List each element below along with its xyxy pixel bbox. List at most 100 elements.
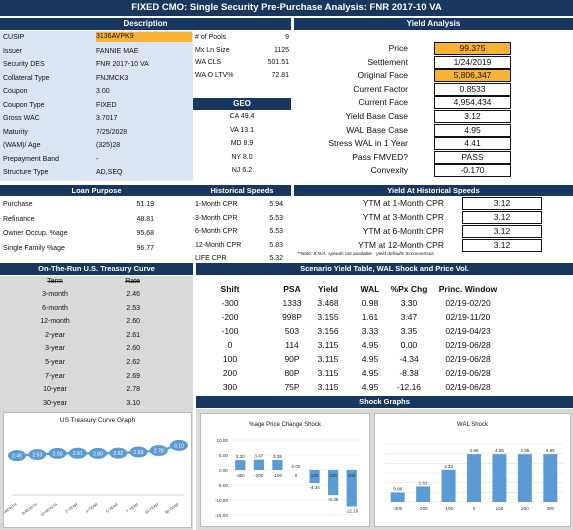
- yield-hist-value: 3.12: [462, 211, 542, 224]
- treasury-rate: 2.60: [126, 345, 140, 353]
- wal-shock-data-label: 4.95: [495, 448, 504, 453]
- description-row: Security DES FNR 2017-10 VA: [0, 59, 193, 70]
- wal-shock-data-label: 3.33: [444, 464, 453, 469]
- yield-analysis-header: Yield Analysis: [294, 18, 573, 30]
- yield-hist-value: 3.12: [462, 225, 542, 238]
- wal-shock-chart-frame: WAL Shock 0.98 -300 1.61 -200 3.33 -100 4.95 0 4…: [374, 413, 571, 527]
- yield-analysis-value: 4.95: [434, 123, 511, 137]
- historical-speeds-value: 5.83: [269, 241, 283, 249]
- scenario-row: -100 503 3.156 3.33 3.35 02/19-04/23: [196, 325, 573, 337]
- treasury-data-label: 2.46: [12, 454, 22, 460]
- description-right-row: Mx Ln Size 1125: [193, 45, 291, 56]
- price-change-x-tick-label: -100: [273, 473, 283, 478]
- yield-analysis-label: Convexity: [370, 165, 408, 176]
- geo-header: GEO: [193, 98, 291, 110]
- historical-speeds-label: 6-Month CPR: [195, 228, 238, 235]
- wal-shock-x-tick-label: -300: [393, 506, 403, 511]
- scenario-cell: -100: [221, 326, 239, 336]
- price-change-x-tick-label: -300: [236, 473, 246, 478]
- loan-purpose-row: Single Family %age 96.77: [0, 243, 193, 254]
- loan-purpose-value: 51.19: [136, 201, 154, 208]
- yield-hist-value: 3.12: [462, 197, 542, 210]
- treasury-term: 5-year: [45, 359, 65, 366]
- scenario-row: 0 114 3.115 4.95 0.00 02/19-06/28: [196, 339, 573, 351]
- treasury-rate: 2.62: [126, 359, 140, 366]
- description-row: Gross WAC 3.7017: [0, 113, 193, 124]
- description-right-label: # of Pools: [195, 34, 227, 41]
- price-change-x-tick-label: 0: [295, 473, 298, 478]
- scenario-row: 200 80P 3.115 4.95 -8.38 02/19-06/28: [196, 367, 573, 379]
- yield-analysis-value: 99.375: [434, 42, 511, 55]
- description-value: FANNIE MAE: [96, 47, 139, 55]
- treasury-x-tick-label: 12-MONTH: [40, 502, 58, 517]
- treasury-term: 12-month: [40, 318, 70, 326]
- treasury-rate: 2.60: [126, 318, 140, 326]
- yield-analysis-value: 4,954,434: [434, 96, 511, 110]
- scenario-cell: -12.16: [396, 382, 422, 392]
- description-row: Maturity 7/25/2028: [0, 127, 193, 138]
- treasury-row: 12-month 2.60: [0, 316, 193, 327]
- wal-shock-bar: [467, 454, 481, 502]
- yield-analysis-value: 0.8533: [434, 82, 511, 96]
- loan-purpose-label: Purchase: [3, 201, 33, 208]
- wal-shock-bar: [441, 469, 456, 502]
- scenario-cell: 4.95: [361, 382, 379, 392]
- scenario-cell: 80P: [284, 368, 300, 378]
- historical-speeds-value: 5.53: [269, 214, 283, 222]
- shock-graphs-header: Shock Graphs: [196, 396, 573, 408]
- treasury-row: 7-year 2.69: [0, 371, 193, 382]
- scenario-cell: 02/19-06/28: [445, 368, 491, 378]
- price-change-y-tick-label: 0.00: [219, 468, 228, 473]
- description-value: 7/25/2028: [96, 128, 128, 136]
- wal-shock-data-label: 1.61: [419, 480, 428, 485]
- yield-hist-table: YTM at 1-Month CPR 3.12 YTM at 3-Month CPR…: [294, 197, 573, 253]
- description-label: Coupon Type: [3, 101, 45, 109]
- treasury-term: 2-year: [45, 331, 65, 339]
- scenario-cell: 200: [222, 368, 238, 378]
- loan-purpose-header: Loan Purpose: [0, 185, 193, 196]
- scenario-cell: 02/19-04/23: [445, 326, 491, 336]
- scenario-cell: 0: [227, 340, 233, 350]
- price-change-chart-frame: %age Price Change Shock 10.00 5.00 0.00 -5.…: [200, 413, 370, 527]
- treasury-row: 6-month 2.53: [0, 303, 193, 314]
- description-row: Coupon Type FIXED: [0, 100, 193, 111]
- scenario-row: -200 998P 3.155 1.61 3.47 02/19-11/20: [196, 311, 573, 323]
- description-label: Coupon: [3, 88, 28, 95]
- scenario-column-header: Princ. Window: [438, 284, 498, 294]
- description-label: CUSIP: [3, 34, 25, 41]
- description-label: Issuer: [3, 47, 23, 55]
- yield-analysis-table: Price 99.375 Settlement 1/24/2019 Original F…: [294, 42, 573, 184]
- treasury-x-tick-label: 6-MONTH: [21, 502, 38, 515]
- loan-purpose-value: 48.81: [136, 215, 154, 223]
- treasury-data-label: 2.60: [52, 451, 62, 457]
- wal-shock-bar: [416, 486, 431, 502]
- scenario-cell: 02/19-11/20: [445, 312, 491, 322]
- price-change-y-tick-label: 10.00: [217, 438, 229, 443]
- treasury-rate: 2.69: [126, 372, 140, 380]
- treasury-rate-header: Rate: [125, 278, 140, 285]
- price-change-chart: 10.00 5.00 0.00 -5.00 -10.00 -15.00 3.30 -300 3.…: [215, 438, 361, 518]
- scenario-cell: 3.155: [317, 312, 339, 322]
- loan-purpose-label: Single Family %age: [3, 244, 65, 252]
- scenario-column-header: %Px Chg: [390, 284, 428, 294]
- scenario-column-header: Yield: [318, 284, 338, 294]
- treasury-row: 2-year 2.61: [0, 330, 193, 341]
- scenario-cell: 02/19-02/20: [445, 298, 491, 308]
- historical-speeds-row: 12-Month CPR 5.83: [193, 240, 291, 251]
- treasury-data-label: 2.62: [113, 451, 123, 457]
- geo-item: NJ 6.2: [231, 167, 253, 174]
- price-change-y-tick-label: 5.00: [219, 453, 228, 458]
- treasury-data-label: 2.60: [93, 451, 103, 457]
- treasury-rate: 3.10: [126, 399, 140, 407]
- treasury-data-label: 3.10: [174, 443, 184, 449]
- treasury-x-tick-label: 30-YEAR: [164, 502, 179, 515]
- loan-purpose-row: Owner Occup. %age 95.68: [0, 228, 193, 239]
- description-label: Gross WAC: [3, 115, 40, 122]
- wal-shock-x-tick-label: 0: [473, 506, 476, 511]
- scenario-cell: -300: [221, 298, 239, 308]
- treasury-term: 10-year: [43, 386, 67, 394]
- price-change-y-tick-label: -10.00: [215, 498, 228, 503]
- treasury-rate: 2.46: [126, 291, 140, 298]
- description-row: (WAM)/ Age (325)28: [0, 140, 193, 151]
- description-right-row: WA CLS 501.51: [193, 57, 291, 68]
